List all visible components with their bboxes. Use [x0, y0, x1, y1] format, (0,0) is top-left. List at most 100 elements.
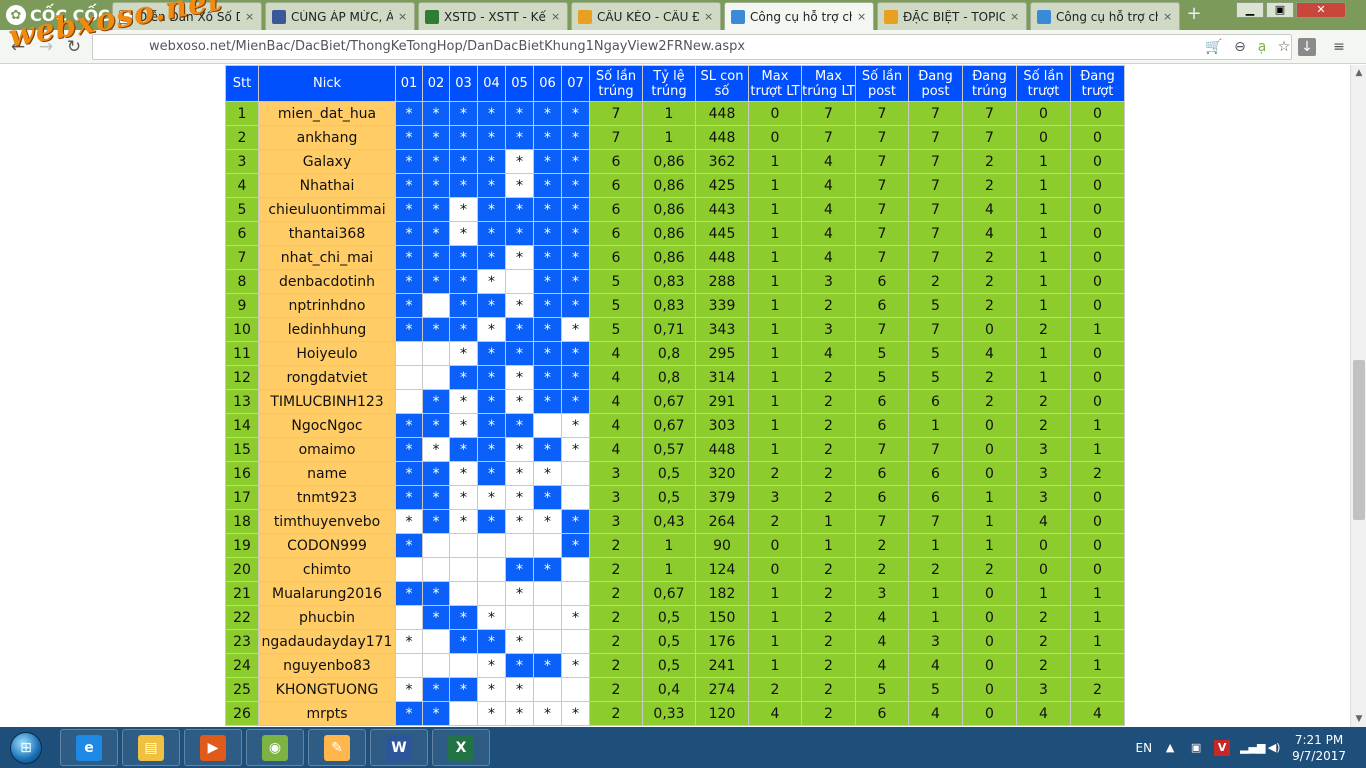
scroll-down-arrow-icon[interactable]: ▼: [1351, 711, 1366, 727]
day-mark-cell: *: [395, 677, 423, 702]
stat-cell: 7: [908, 437, 963, 462]
stat-cell: 7: [908, 149, 963, 174]
stat-cell: 291: [695, 389, 749, 414]
stat-cell: 0: [1070, 365, 1125, 390]
volume-icon[interactable]: ◀): [1266, 740, 1282, 756]
day-mark-cell: *: [395, 413, 423, 438]
day-mark-cell: *: [505, 509, 534, 534]
day-mark-cell: [561, 461, 590, 486]
day-mark-cell: *: [477, 653, 506, 678]
day-mark-cell: *: [505, 293, 534, 318]
day-mark-cell: *: [449, 461, 478, 486]
stat-cell: 4: [801, 341, 856, 366]
download-icon[interactable]: ↓: [1298, 38, 1316, 56]
day-mark-cell: *: [505, 701, 534, 726]
day-mark-cell: [449, 581, 478, 606]
stat-cell: 0,5: [642, 461, 696, 486]
day-mark-cell: *: [561, 269, 590, 294]
network-signal-icon[interactable]: ▂▄▆: [1240, 740, 1265, 756]
stat-cell: 1: [642, 557, 696, 582]
table-row: 4 Nhathai * * * * * * * 6 0,86 425 1 4 7 7 2 1 0: [225, 173, 1125, 198]
column-header: 01: [395, 65, 423, 102]
stat-cell: 4: [1016, 701, 1071, 726]
column-header: Tỷ lệ trúng: [642, 65, 696, 102]
day-mark-cell: *: [422, 149, 450, 174]
day-mark-cell: *: [505, 461, 534, 486]
scrollbar-thumb[interactable]: [1353, 360, 1365, 520]
stat-cell: 5: [908, 293, 963, 318]
scroll-up-arrow-icon[interactable]: ▲: [1351, 65, 1366, 81]
stat-cell: 0: [1070, 245, 1125, 270]
close-tab-icon[interactable]: ×: [1163, 10, 1173, 23]
close-window-button[interactable]: ✕: [1296, 2, 1346, 18]
day-mark-cell: *: [477, 701, 506, 726]
close-tab-icon[interactable]: ×: [398, 10, 408, 23]
close-tab-icon[interactable]: ×: [704, 10, 714, 23]
day-mark-cell: *: [505, 341, 534, 366]
device-icon[interactable]: ▣: [1188, 740, 1204, 756]
show-hidden-icons-icon[interactable]: ▲: [1162, 740, 1178, 756]
maximize-button[interactable]: ▣: [1266, 2, 1294, 18]
stat-cell: 445: [695, 221, 749, 246]
day-mark-cell: [561, 677, 590, 702]
stat-cell: 7: [855, 245, 909, 270]
taskbar-app-button[interactable]: ▶: [184, 729, 242, 766]
antivirus-icon[interactable]: V: [1214, 739, 1231, 756]
browser-tab[interactable]: Công cụ hỗ trợ chơ... ×: [724, 2, 874, 30]
stat-cell: 1: [1070, 413, 1125, 438]
taskbar-app-button[interactable]: W: [370, 729, 428, 766]
stat-cell: 2: [908, 269, 963, 294]
new-tab-button[interactable]: +: [1184, 5, 1204, 24]
column-header: Max trượt LT: [748, 65, 802, 102]
stat-cell: 5: [589, 293, 643, 318]
stat-cell: 0: [1070, 557, 1125, 582]
stat-cell: 4: [801, 149, 856, 174]
minimize-button[interactable]: ▁: [1236, 2, 1264, 18]
browser-tab[interactable]: ĐẶC BIỆT - TOPIC... ×: [877, 2, 1027, 30]
media-player-icon: ▶: [200, 734, 226, 761]
table-row: 2 ankhang * * * * * * * 7 1 448 0 7 7 7 7 0 0: [225, 125, 1125, 150]
browser-tab[interactable]: CÙNG ÁP MỨC, ÁP... ×: [265, 2, 415, 30]
day-mark-cell: [449, 533, 478, 558]
stat-cell: 1: [642, 101, 696, 126]
taskbar-app-button[interactable]: X: [432, 729, 490, 766]
close-tab-icon[interactable]: ×: [857, 10, 867, 23]
nick-cell: omaimo: [258, 437, 396, 462]
close-tab-icon[interactable]: ×: [245, 10, 255, 23]
day-mark-cell: *: [395, 125, 423, 150]
day-mark-cell: *: [505, 149, 534, 174]
day-mark-cell: *: [422, 125, 450, 150]
stat-cell: 4: [908, 653, 963, 678]
taskbar-app-button[interactable]: e: [60, 729, 118, 766]
browser-tab[interactable]: Công cụ hỗ trợ chơ... ×: [1030, 2, 1180, 30]
zoom-icon[interactable]: ⊖: [1231, 38, 1249, 56]
browser-tab[interactable]: CẦU KÈO - CẦU ĐỀ... ×: [571, 2, 721, 30]
translate-icon[interactable]: ạ: [1253, 38, 1271, 56]
start-button[interactable]: ⊞: [2, 728, 50, 767]
day-mark-cell: *: [395, 509, 423, 534]
day-mark-cell: [395, 389, 423, 414]
nick-cell: nptrinhdno: [258, 293, 396, 318]
stat-cell: 0,83: [642, 293, 696, 318]
stat-cell: 0: [962, 581, 1017, 606]
day-mark-cell: *: [561, 437, 590, 462]
bookmark-star-icon[interactable]: ☆: [1275, 38, 1293, 56]
stat-cell: 0: [962, 629, 1017, 654]
clock[interactable]: 7:21 PM 9/7/2017: [1292, 732, 1346, 764]
stat-cell: 3: [801, 317, 856, 342]
shopping-cart-icon[interactable]: 🛒: [1205, 38, 1223, 56]
url-input[interactable]: webxoso.net/MienBac/DacBiet/ThongKeTongH…: [92, 34, 1292, 60]
stat-cell: 1: [908, 581, 963, 606]
close-tab-icon[interactable]: ×: [1010, 10, 1020, 23]
day-mark-cell: *: [561, 245, 590, 270]
browser-tab[interactable]: XSTD - XSTT - Kết... ×: [418, 2, 568, 30]
day-mark-cell: *: [533, 245, 562, 270]
language-indicator[interactable]: EN: [1136, 741, 1153, 755]
menu-icon[interactable]: ≡: [1330, 38, 1348, 56]
close-tab-icon[interactable]: ×: [551, 10, 561, 23]
taskbar-app-button[interactable]: ▤: [122, 729, 180, 766]
taskbar-app-button[interactable]: ◉: [246, 729, 304, 766]
stat-cell: 2: [748, 677, 802, 702]
taskbar-app-button[interactable]: ✎: [308, 729, 366, 766]
vertical-scrollbar[interactable]: ▲ ▼: [1350, 65, 1366, 727]
